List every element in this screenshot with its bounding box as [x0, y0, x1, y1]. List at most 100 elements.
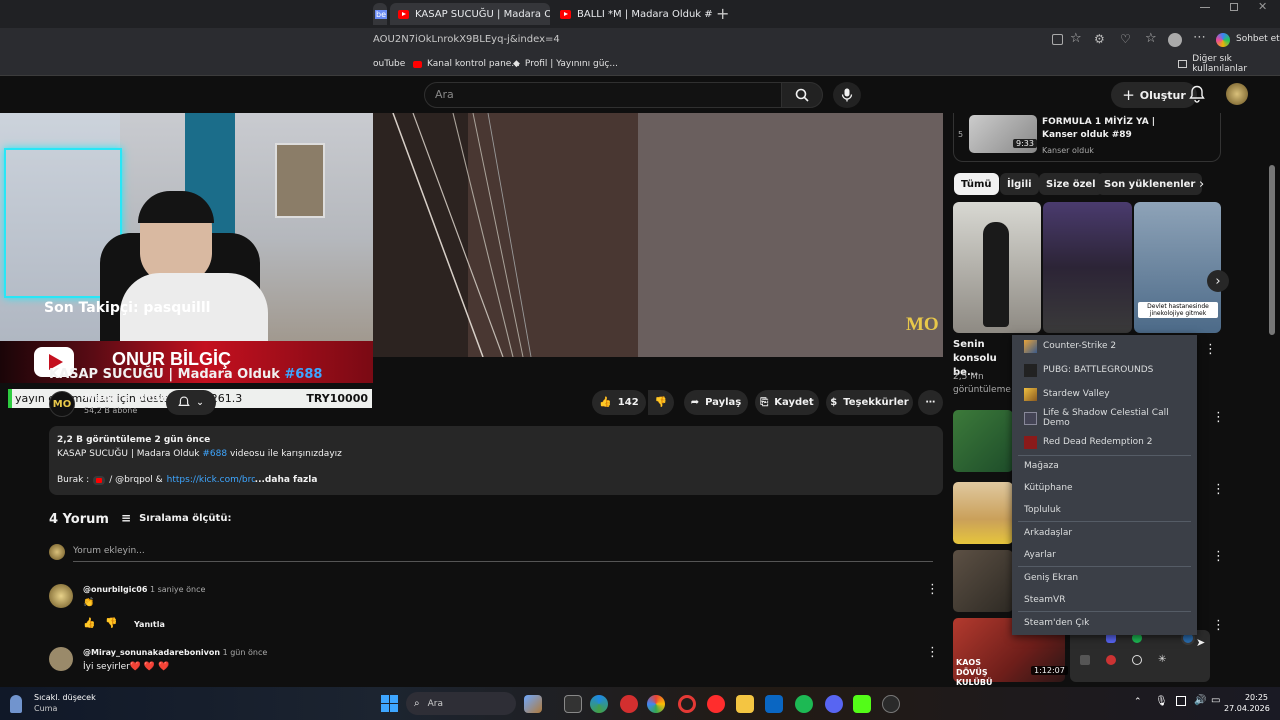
tray-app-icon[interactable]: ✳ — [1158, 655, 1168, 665]
shorts-next-button[interactable]: › — [1207, 270, 1229, 292]
url-field[interactable]: AOU2N7iOkLnrokX9BLEyq-j&index=4 — [373, 34, 560, 45]
subscribe-bell-button[interactable]: ⌄ — [166, 390, 216, 415]
bookmark-channel-panel[interactable]: Kanal kontrol pane... — [413, 56, 520, 72]
clock-time[interactable]: 20:25 — [1240, 693, 1268, 702]
menu-settings[interactable]: Ayarlar — [1012, 544, 1197, 566]
reply-button[interactable]: Yanıtla — [134, 620, 165, 629]
rec-thumbnail[interactable] — [953, 550, 1013, 612]
desc-handle[interactable]: / @brqpol & — [109, 474, 162, 488]
menu-store[interactable]: Mağaza — [1012, 455, 1197, 477]
short-thumbnail[interactable] — [1043, 202, 1132, 333]
obs-icon[interactable] — [882, 695, 900, 713]
tray-chevron-icon[interactable]: ⌃ — [1134, 697, 1142, 707]
menu-big-picture[interactable]: Geniş Ekran — [1012, 567, 1197, 589]
tab-inactive[interactable]: BALLI *M | Madara Olduk #689 - Y✕ — [552, 3, 712, 25]
network-icon[interactable] — [1176, 696, 1186, 706]
like-button[interactable]: 👍 142 — [592, 390, 646, 415]
desc-hashtag[interactable]: #688 — [202, 449, 227, 459]
menu-game-life-shadow[interactable]: Life & Shadow Celestial Call Demo — [1012, 407, 1197, 429]
more-actions-button[interactable]: ⋯ — [918, 390, 943, 415]
comment-menu-icon[interactable]: ⋮ — [926, 582, 939, 597]
taskbar-app-icon[interactable] — [524, 695, 542, 713]
collections-icon[interactable]: ☆ — [1145, 31, 1157, 46]
taskbar-search[interactable]: ⌕ Ara — [406, 692, 516, 715]
close-window-icon[interactable]: ✕ — [1258, 0, 1267, 13]
chip-related[interactable]: İlgili — [1000, 173, 1039, 195]
new-tab-button[interactable]: + — [716, 4, 729, 23]
comment-avatar[interactable] — [49, 647, 73, 671]
add-comment-input[interactable]: Yorum ekleyin... — [73, 546, 145, 556]
task-view-icon[interactable] — [564, 695, 582, 713]
tab-partial[interactable]: be — [373, 3, 387, 25]
rec-menu-icon[interactable]: ⋮ — [1212, 618, 1225, 633]
comment-avatar[interactable] — [49, 584, 73, 608]
channel-avatar[interactable]: MO — [49, 391, 75, 417]
profile-avatar[interactable] — [1168, 33, 1182, 47]
spotify-icon[interactable] — [795, 695, 813, 713]
rec-menu-icon[interactable]: ⋮ — [1212, 410, 1225, 425]
rec-thumbnail[interactable] — [953, 482, 1013, 544]
tray-app-icon[interactable] — [1132, 655, 1142, 665]
tab-active[interactable]: KASAP SUCUĞU | Madara Olduk✕ — [390, 3, 550, 25]
comment-time[interactable]: 1 saniye önce — [150, 585, 205, 594]
dislike-button[interactable]: 👎 — [648, 390, 674, 415]
create-button[interactable]: + Oluştur — [1111, 82, 1197, 108]
more-menu-icon[interactable]: ⋯ — [1193, 30, 1206, 45]
menu-steamvr[interactable]: SteamVR — [1012, 589, 1197, 611]
search-input[interactable]: Ara — [424, 82, 782, 108]
chevron-right-icon[interactable]: › — [1199, 177, 1204, 192]
menu-community[interactable]: Topluluk — [1012, 499, 1197, 521]
menu-exit-steam[interactable]: Steam'den Çık — [1012, 612, 1197, 634]
menu-game-rdr2[interactable]: Red Dead Redemption 2 — [1012, 431, 1197, 453]
comment-menu-icon[interactable]: ⋮ — [926, 645, 939, 660]
maximize-icon[interactable] — [1230, 3, 1238, 11]
menu-library[interactable]: Kütüphane — [1012, 477, 1197, 499]
discord-icon[interactable] — [825, 695, 843, 713]
channel-name[interactable]: Madara Olduk — [84, 391, 171, 404]
yandex-icon[interactable] — [707, 695, 725, 713]
bookmark-youtube[interactable]: ouTube — [373, 56, 405, 72]
title-hashtag[interactable]: #688 — [284, 367, 322, 382]
rec-menu-icon[interactable]: ⋮ — [1212, 482, 1225, 497]
weather-title[interactable]: Sıcakl. düşecek — [34, 693, 96, 702]
search-button[interactable] — [781, 82, 823, 108]
thanks-button[interactable]: $ Teşekkürler — [826, 390, 913, 415]
battery-icon[interactable]: ▭ — [1211, 695, 1220, 706]
extensions-icon[interactable]: ⚙ — [1094, 32, 1105, 46]
menu-game-stardew[interactable]: Stardew Valley — [1012, 383, 1197, 405]
start-button[interactable] — [381, 695, 398, 712]
rec-menu-icon[interactable]: ⋮ — [1204, 342, 1217, 357]
chrome-icon[interactable] — [647, 695, 665, 713]
notifications-button[interactable] — [1189, 85, 1205, 106]
comment-dislike-icon[interactable]: 👎 — [105, 618, 117, 629]
rec-menu-icon[interactable]: ⋮ — [1212, 549, 1225, 564]
comment-author[interactable]: @onurbilgic06 — [83, 585, 147, 594]
minimize-icon[interactable] — [1200, 7, 1210, 8]
comment-author[interactable]: @Miray_sonunakadarebonivon — [83, 648, 220, 657]
file-explorer-icon[interactable] — [736, 695, 754, 713]
comment-like-icon[interactable]: 👍 — [83, 618, 95, 629]
account-avatar[interactable] — [1226, 83, 1248, 105]
menu-game-cs2[interactable]: Counter-Strike 2 — [1012, 335, 1197, 357]
opera-icon[interactable] — [678, 695, 696, 713]
rec-thumbnail[interactable] — [953, 410, 1013, 472]
page-scrollbar[interactable] — [1269, 165, 1275, 335]
weather-icon[interactable] — [10, 695, 22, 713]
split-view-icon[interactable] — [1052, 34, 1063, 45]
bookmark-other-folder[interactable]: Diğer sık kullanılanlar — [1178, 54, 1280, 74]
menu-game-pubg[interactable]: PUBG: BATTLEGROUNDS — [1012, 359, 1197, 381]
video-player[interactable]: ONUR BİLGİÇ yayın ekipmanları için deste… — [0, 113, 943, 408]
tray-app-icon[interactable] — [1106, 655, 1116, 665]
short-thumbnail[interactable] — [953, 202, 1041, 333]
desc-kick-link[interactable]: https://kick.com/brq — [167, 474, 255, 488]
store-icon[interactable] — [765, 695, 783, 713]
clock-date[interactable]: 27.04.2026 — [1224, 704, 1270, 713]
copilot-icon[interactable] — [1216, 33, 1230, 47]
browser-essentials-icon[interactable]: ♡ — [1120, 32, 1131, 46]
sort-button[interactable]: ≡ Sıralama ölçütü: — [121, 511, 231, 525]
volume-icon[interactable]: 🔊 — [1194, 695, 1206, 706]
favorite-star-icon[interactable]: ☆ — [1070, 31, 1082, 46]
save-button[interactable]: ⎘ Kaydet — [755, 390, 819, 415]
tray-app-icon[interactable] — [1080, 655, 1090, 665]
comment-time[interactable]: 1 gün önce — [223, 648, 268, 657]
